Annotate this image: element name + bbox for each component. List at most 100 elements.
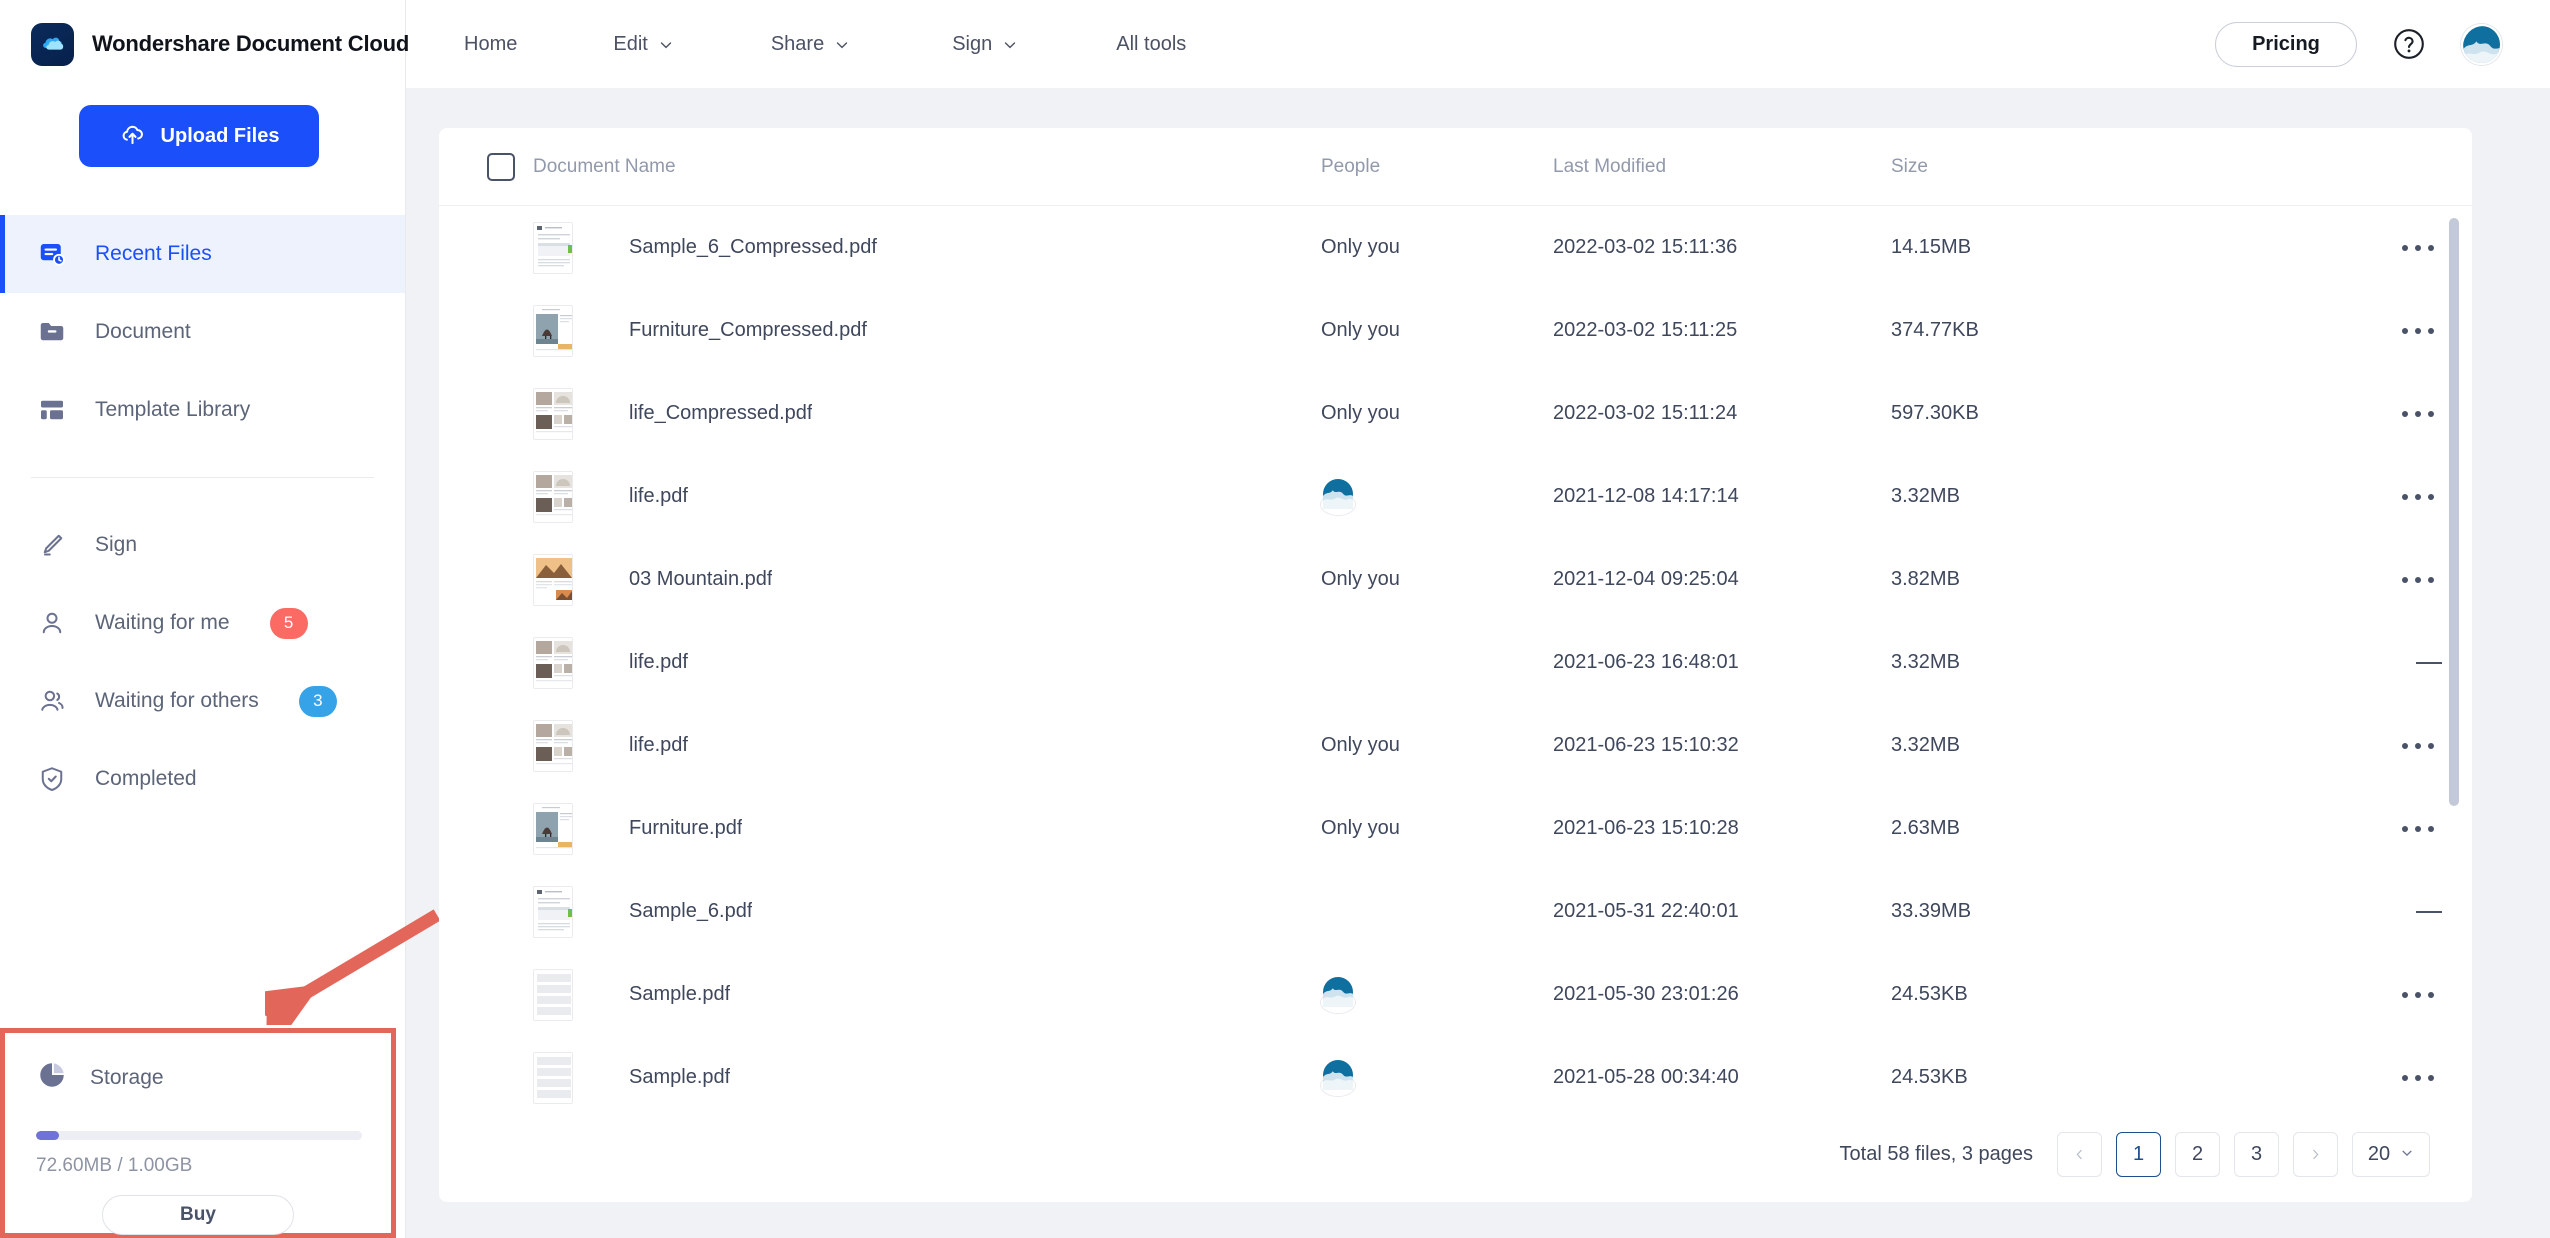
people-value: Only you: [1321, 734, 1400, 756]
table-row[interactable]: Furniture_Compressed.pdf Only you 2022-03-…: [439, 289, 2472, 372]
buy-storage-button[interactable]: Buy: [102, 1195, 294, 1235]
row-people-cell: Only you: [1321, 236, 1553, 259]
document-thumbnail-icon: [533, 636, 573, 689]
storage-usage-text: 72.60MB / 1.00GB: [36, 1155, 193, 1176]
question-circle-icon[interactable]: [2391, 26, 2427, 62]
row-actions-cell: [2346, 984, 2442, 1006]
row-people-cell: [1321, 1060, 1553, 1096]
last-modified-value: 2021-06-23 15:10:28: [1553, 817, 1739, 839]
row-actions-cell: [2346, 818, 2442, 840]
page-size-select[interactable]: 20: [2352, 1131, 2430, 1177]
table-row[interactable]: Sample_6_Compressed.pdf Only you 2022-03-0…: [439, 206, 2472, 289]
table-row[interactable]: Furniture.pdf Only you 2021-06-23 15:10:28…: [439, 787, 2472, 870]
upload-files-button[interactable]: Upload Files: [79, 105, 319, 167]
document-name-value: Sample_6_Compressed.pdf: [629, 236, 877, 258]
select-all-cell: [487, 152, 533, 181]
table-row[interactable]: life.pdf 2021-12-08 14:17:14 3.32MB: [439, 455, 2472, 538]
sidebar-item-sign[interactable]: Sign: [0, 506, 405, 584]
sidebar-item-waiting-for-me[interactable]: Waiting for me 5: [0, 584, 405, 662]
row-more-button[interactable]: [2394, 486, 2442, 508]
pagination-next-button[interactable]: [2293, 1131, 2338, 1177]
sidebar-item-recent-files[interactable]: Recent Files: [0, 215, 405, 293]
select-all-checkbox[interactable]: [487, 152, 515, 181]
row-more-button[interactable]: [2394, 569, 2442, 591]
vertical-scrollbar[interactable]: [2449, 218, 2459, 806]
last-modified-value: 2022-03-02 15:11:36: [1553, 236, 1738, 258]
table-row[interactable]: 03 Mountain.pdf Only you 2021-12-04 09:25:…: [439, 538, 2472, 621]
tab-share[interactable]: Share: [771, 0, 850, 88]
row-last-modified-cell: 2021-12-04 09:25:04: [1553, 568, 1891, 591]
tab-edit[interactable]: Edit: [613, 0, 673, 88]
row-size-cell: 374.77KB: [1891, 319, 2346, 342]
last-modified-value: 2021-06-23 16:48:01: [1553, 651, 1739, 673]
document-name-value: life.pdf: [629, 734, 688, 756]
sidebar-item-label: Waiting for others: [95, 689, 259, 712]
table-row[interactable]: Sample.pdf 2021-05-30 23:01:26 24.53KB: [439, 953, 2472, 1036]
document-name-value: life.pdf: [629, 651, 688, 673]
waiting-for-others-badge: 3: [298, 685, 337, 717]
tab-edit-label: Edit: [613, 32, 648, 55]
document-thumbnail-icon: [533, 719, 573, 772]
tab-home[interactable]: Home: [464, 0, 517, 88]
last-modified-value: 2021-05-31 22:40:01: [1553, 900, 1739, 922]
waiting-for-me-badge: 5: [269, 607, 308, 639]
row-more-button[interactable]: [2394, 735, 2442, 757]
tab-sign[interactable]: Sign: [952, 0, 1018, 88]
row-last-modified-cell: 2022-03-02 15:11:36: [1553, 236, 1891, 259]
row-name-cell: life.pdf: [533, 719, 1321, 772]
table-row[interactable]: Sample.pdf 2021-05-28 00:34:40 24.53KB: [439, 1036, 2472, 1106]
pagination-page-3[interactable]: 3: [2234, 1131, 2279, 1177]
size-value: 3.82MB: [1891, 568, 1960, 590]
table-row[interactable]: life_Compressed.pdf Only you 2022-03-02 15…: [439, 372, 2472, 455]
row-name-cell: Sample.pdf: [533, 1051, 1321, 1104]
table-row[interactable]: Sample_6.pdf 2021-05-31 22:40:01 33.39MB: [439, 870, 2472, 953]
people-avatar[interactable]: [1321, 479, 1355, 515]
table-row[interactable]: life.pdf Only you 2021-06-23 15:10:32 3.32M…: [439, 704, 2472, 787]
tab-all-tools-label: All tools: [1116, 32, 1187, 55]
chevron-down-icon: [834, 36, 850, 52]
pagination-page-1[interactable]: 1: [2116, 1131, 2161, 1177]
row-name-cell: Sample_6_Compressed.pdf: [533, 221, 1321, 274]
people-value: Only you: [1321, 319, 1400, 341]
people-value: Only you: [1321, 236, 1400, 258]
user-avatar[interactable]: [2461, 23, 2502, 65]
storage-title: Storage: [90, 1065, 164, 1089]
storage-panel: Storage 72.60MB / 1.00GB Buy: [0, 1028, 396, 1238]
cloud-upload-icon: [119, 120, 146, 153]
document-name-value: life.pdf: [629, 485, 688, 507]
document-name-value: Furniture.pdf: [629, 817, 743, 839]
people-avatar[interactable]: [1321, 977, 1355, 1013]
column-people[interactable]: People: [1321, 156, 1553, 178]
size-value: 14.15MB: [1891, 236, 1972, 258]
document-name-value: life_Compressed.pdf: [629, 402, 813, 424]
column-last-modified[interactable]: Last Modified: [1553, 156, 1891, 178]
row-more-button[interactable]: [2394, 237, 2442, 259]
sidebar-item-label: Completed: [95, 767, 197, 790]
row-size-cell: 2.63MB: [1891, 817, 2346, 840]
people-avatar[interactable]: [1321, 1060, 1355, 1096]
sidebar-item-template-library[interactable]: Template Library: [0, 371, 405, 449]
sidebar-item-label: Recent Files: [95, 242, 212, 265]
sidebar-item-waiting-for-others[interactable]: Waiting for others 3: [0, 662, 405, 740]
row-last-modified-cell: 2021-06-23 16:48:01: [1553, 651, 1891, 674]
row-actions-cell: [2346, 735, 2442, 757]
sidebar-item-document[interactable]: Document: [0, 293, 405, 371]
row-more-button[interactable]: [2394, 984, 2442, 1006]
row-size-cell: 24.53KB: [1891, 1066, 2346, 1089]
sidebar-item-completed[interactable]: Completed: [0, 740, 405, 818]
row-more-button[interactable]: [2394, 1067, 2442, 1089]
pagination-prev-button[interactable]: [2057, 1131, 2102, 1177]
sidebar-item-label: Waiting for me: [95, 611, 230, 634]
pricing-button[interactable]: Pricing: [2215, 21, 2357, 67]
row-name-cell: Sample.pdf: [533, 968, 1321, 1021]
table-row[interactable]: life.pdf 2021-06-23 16:48:01 3.32MB: [439, 621, 2472, 704]
column-document-name[interactable]: Document Name: [533, 156, 1321, 178]
pagination-page-2[interactable]: 2: [2175, 1131, 2220, 1177]
column-size[interactable]: Size: [1891, 156, 2346, 178]
row-more-button[interactable]: [2394, 320, 2442, 342]
row-more-button[interactable]: [2394, 818, 2442, 840]
app-root: Wondershare Document Cloud Upload Files: [0, 0, 2550, 1238]
tab-all-tools[interactable]: All tools: [1116, 0, 1186, 88]
chevron-down-icon: [658, 36, 674, 52]
row-more-button[interactable]: [2394, 403, 2442, 425]
